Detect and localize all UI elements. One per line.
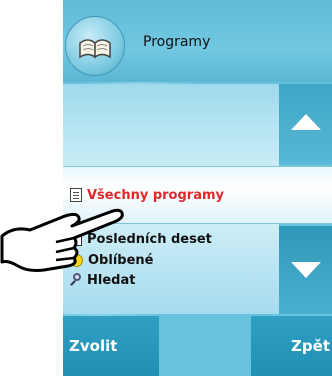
select-button[interactable]: Zvolit (63, 316, 159, 376)
header-bar: Programy (63, 0, 332, 82)
page-title: Programy (143, 34, 211, 50)
scroll-down-button[interactable] (279, 226, 332, 314)
button-bar-gap (159, 316, 251, 376)
back-button[interactable]: Zpět (251, 316, 332, 376)
book-icon (65, 16, 125, 76)
arrow-down-icon (291, 262, 321, 278)
pointing-hand-icon (0, 208, 124, 272)
device-screen: Programy Všechny programy Posledních des… (63, 0, 332, 376)
scroll-up-button[interactable] (279, 84, 332, 164)
arrow-up-icon (291, 114, 321, 130)
